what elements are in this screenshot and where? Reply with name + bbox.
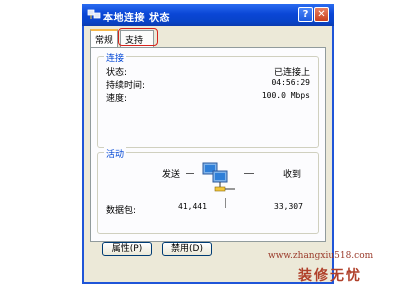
network-connection-icon	[87, 9, 101, 19]
duration-value: 04:56:29	[271, 78, 310, 87]
received-line	[244, 173, 254, 174]
tab-general[interactable]: 常规	[90, 29, 118, 47]
sent-label: 发送	[162, 170, 181, 180]
packets-label: 数据包:	[106, 206, 137, 216]
status-dialog: 本地连接 状态 ? ✕ 常规 支持 连接 状态: 已连接上 持续时间: 04:5…	[82, 4, 334, 284]
watermark-text: 装修无忧	[298, 268, 362, 284]
activity-group: 活动 发送 收到 数据包: 41,441 33,307	[97, 147, 319, 234]
speed-value: 100.0 Mbps	[261, 91, 310, 100]
watermark-url: www.zhangxiu518.com	[268, 251, 374, 261]
packets-sent-value: 41,441	[178, 202, 207, 211]
sent-line	[186, 173, 194, 174]
window-title: 本地连接 状态	[103, 13, 170, 24]
speed-row: 速度: 100.0 Mbps	[106, 91, 310, 104]
tab-panel-general: 连接 状态: 已连接上 持续时间: 04:56:29 速度: 100.0 Mbp…	[90, 47, 326, 242]
close-button[interactable]: ✕	[314, 7, 329, 22]
connection-group: 连接 状态: 已连接上 持续时间: 04:56:29 速度: 100.0 Mbp…	[97, 51, 319, 148]
highlight-circle	[118, 28, 158, 46]
activity-divider	[225, 198, 226, 208]
properties-button[interactable]: 属性(P)	[102, 242, 152, 256]
network-activity-icon	[202, 162, 235, 192]
status-value: 已连接上	[273, 68, 310, 78]
help-button[interactable]: ?	[298, 7, 313, 22]
status-row: 状态: 已连接上	[106, 65, 310, 78]
activity-group-title: 活动	[104, 147, 127, 160]
title-bar[interactable]: 本地连接 状态 ? ✕	[82, 4, 334, 26]
disable-button[interactable]: 禁用(D)	[162, 242, 212, 256]
packets-received-value: 33,307	[274, 202, 303, 211]
duration-label: 持续时间:	[106, 81, 146, 91]
speed-label: 速度:	[106, 94, 128, 104]
received-label: 收到	[283, 170, 302, 180]
status-label: 状态:	[106, 68, 128, 78]
connection-group-title: 连接	[104, 51, 127, 64]
duration-row: 持续时间: 04:56:29	[106, 78, 310, 91]
